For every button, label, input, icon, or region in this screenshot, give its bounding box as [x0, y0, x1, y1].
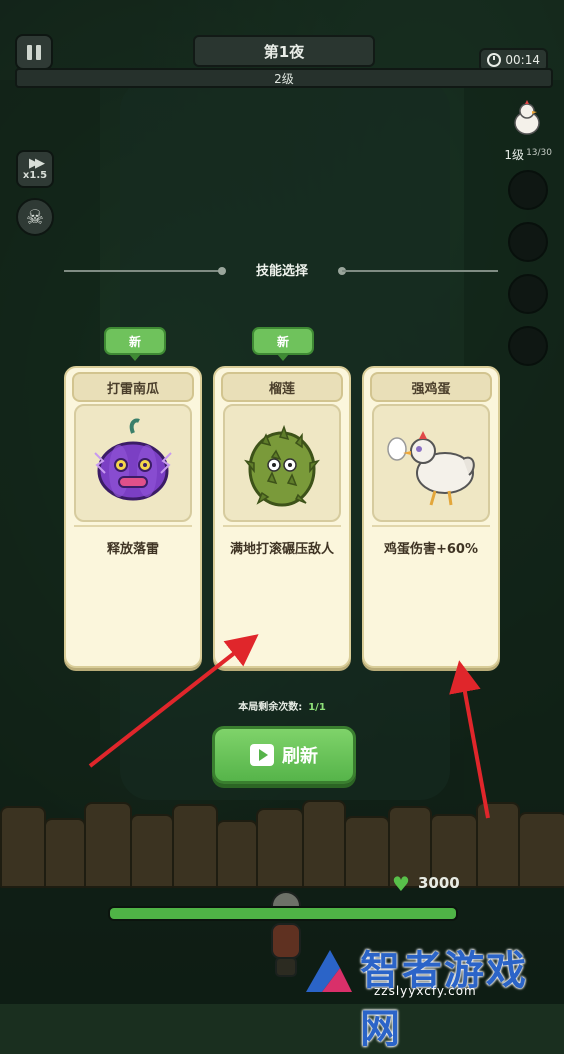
remaining-refresh-count: 本局剩余次数: 1/1 — [160, 698, 404, 713]
header-divider-right — [342, 270, 498, 272]
site-watermark: 智者游戏网 zzslyyxcfy.com — [300, 936, 564, 1052]
fast-forward-icon: ▶▶ — [29, 155, 45, 171]
watermark-url: zzslyyxcfy.com — [374, 984, 477, 998]
base-hp-bar — [108, 906, 458, 921]
header-divider-left — [64, 270, 222, 272]
hero-level: 1级 — [504, 148, 524, 162]
base-hp-fill — [110, 908, 456, 919]
night-title: 第1夜 — [193, 35, 375, 67]
refresh-button[interactable]: 刷新 — [212, 726, 356, 784]
skill-card-thunder-pumpkin[interactable]: 打雷南瓜 释放落雷 — [64, 366, 202, 668]
durian-icon — [223, 404, 341, 522]
remaining-label: 本局剩余次数: — [238, 702, 303, 713]
refresh-label: 刷新 — [282, 746, 318, 767]
skill-slot[interactable] — [508, 170, 548, 210]
clock-icon — [487, 53, 502, 67]
chicken-egg-icon — [372, 404, 490, 522]
heart-icon: ♥ — [392, 872, 410, 896]
skill-card-durian[interactable]: 榴莲 满地打滚碾压敌人 — [213, 366, 351, 668]
base-hp-value: 3000 — [418, 874, 460, 892]
skill-card-description: 鸡蛋伤害+60% — [383, 542, 478, 557]
skill-card-description: 释放落雷 — [106, 542, 159, 557]
chicken-hero-icon[interactable] — [504, 96, 550, 142]
skill-slot[interactable] — [508, 222, 548, 262]
skill-slot[interactable] — [508, 326, 548, 366]
new-badge: 新 — [252, 327, 314, 361]
skill-card-strong-egg[interactable]: 强鸡蛋 鸡蛋伤害+60% — [362, 366, 500, 668]
hero-xp: 13/30 — [526, 148, 552, 158]
speed-label: x1.5 — [22, 169, 48, 181]
skill-card-title: 强鸡蛋 — [370, 372, 492, 402]
skull-icon: ☠ — [26, 205, 44, 229]
pause-button[interactable] — [15, 34, 53, 70]
skill-card-title: 榴莲 — [221, 372, 343, 402]
skill-select-title: 技能选择 — [255, 264, 308, 279]
timer-value: 00:14 — [505, 53, 540, 67]
remaining-count: 1/1 — [308, 702, 326, 713]
thunder-pumpkin-icon — [74, 404, 192, 522]
pause-icon — [27, 44, 32, 60]
skill-card-title: 打雷南瓜 — [72, 372, 194, 402]
new-badge: 新 — [104, 327, 166, 361]
level-bar: 2级 — [15, 68, 553, 88]
skill-slot[interactable] — [508, 274, 548, 314]
skull-button[interactable]: ☠ — [16, 198, 54, 236]
video-ad-icon — [250, 744, 274, 766]
speed-button[interactable]: ▶▶ x1.5 — [16, 150, 54, 188]
skill-card-description: 满地打滚碾压敌人 — [229, 542, 334, 557]
watermark-logo-icon — [306, 950, 352, 992]
